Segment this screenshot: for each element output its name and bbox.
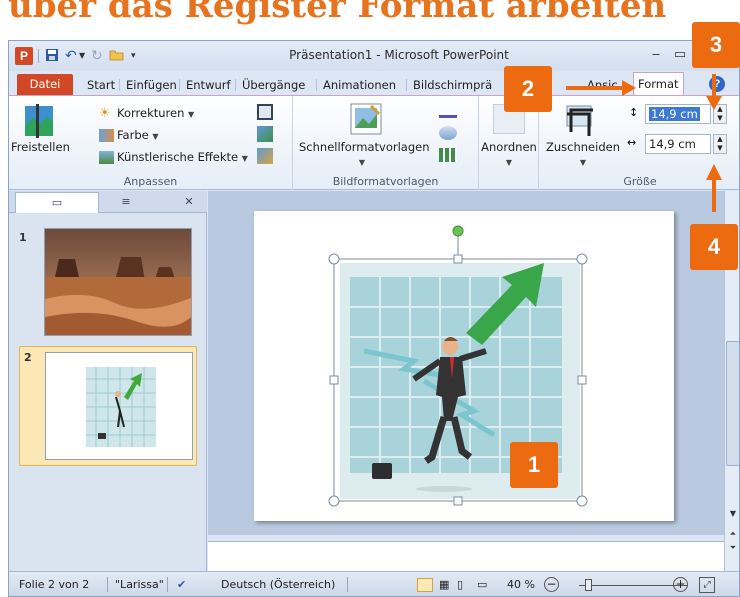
callout-3: 3 (692, 22, 740, 68)
callout-1: 1 (510, 442, 558, 488)
callout-arrows (566, 74, 722, 212)
callout-2: 2 (504, 66, 552, 112)
callout-4: 4 (690, 224, 738, 270)
